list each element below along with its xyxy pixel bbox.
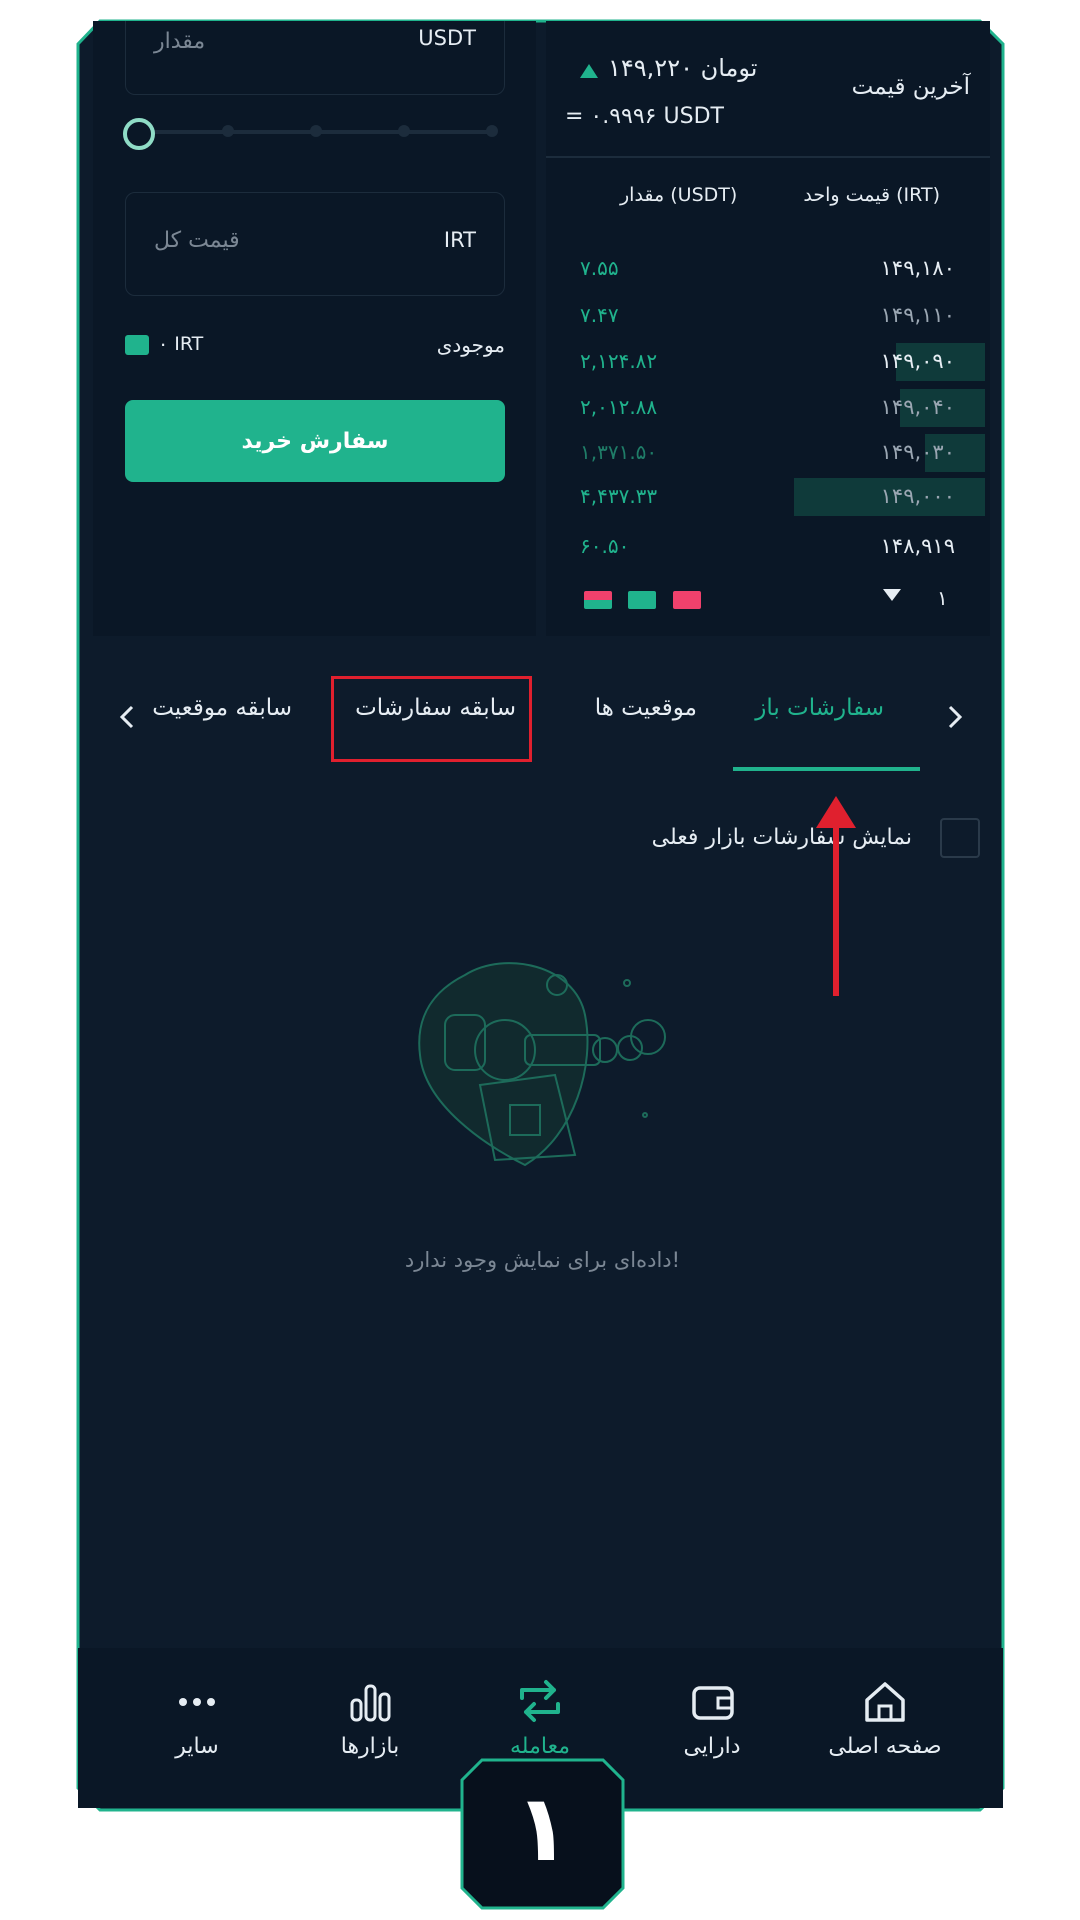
slider-step <box>310 125 322 137</box>
orderbook-amount: ۶۰.۵۰ <box>580 534 630 558</box>
orderbook-amount: ۲,۰۱۲.۸۸ <box>580 395 658 419</box>
current-market-checkbox-label: نمایش سفارشات بازار فعلی <box>651 825 912 850</box>
nav-label: بازارها <box>340 1734 400 1759</box>
orderbook-price: ۱۴۹,۰۹۰ <box>880 349 955 373</box>
orderbook-price: ۱۴۹,۰۳۰ <box>880 440 955 464</box>
divider <box>546 156 990 158</box>
chevron-right-icon[interactable] <box>948 705 962 729</box>
orderbook-row[interactable]: ۱۴۹,۱۱۰ ۷.۴۷ <box>560 297 985 335</box>
swap-icon <box>520 1680 560 1722</box>
orderbook-price: ۱۴۹,۱۱۰ <box>880 303 955 327</box>
orderbook-row[interactable]: ۱۴۹,۱۸۰ ۷.۵۵ <box>560 250 985 288</box>
orderbook-amount: ۷.۵۵ <box>580 256 619 280</box>
total-placeholder: قیمت کل <box>154 228 240 253</box>
orderbook-view-both-button[interactable] <box>584 591 612 609</box>
orderbook-row[interactable]: ۱۴۹,۰۴۰ ۲,۰۱۲.۸۸ <box>560 389 985 427</box>
nav-more[interactable]: سایر <box>122 1678 272 1759</box>
orderbook-view-buy-button[interactable] <box>628 591 656 609</box>
wallet-icon <box>692 1686 734 1720</box>
nav-label: معامله <box>510 1734 570 1759</box>
orderbook-row[interactable]: ۱۴۹,۰۳۰ ۱,۳۷۱.۵۰ <box>560 434 985 472</box>
last-price-toman: ۱۴۹,۲۲۰ تومان <box>608 54 758 82</box>
amount-placeholder: مقدار <box>154 29 206 54</box>
active-tab-indicator <box>733 767 920 771</box>
tab-positions[interactable]: موقعیت ها <box>595 695 697 721</box>
slider-step <box>222 125 234 137</box>
orderbook-amount: ۲,۱۲۴.۸۲ <box>580 349 658 373</box>
chevron-left-icon[interactable] <box>120 705 134 729</box>
arrow-up-icon <box>816 796 856 996</box>
step-badge-number: ۱ <box>514 1775 571 1882</box>
orderbook-price: ۱۴۹,۰۰۰ <box>880 484 955 508</box>
highlight-box-annotation <box>331 676 532 762</box>
amount-input[interactable]: مقدار USDT <box>125 21 505 95</box>
nav-label: دارایی <box>683 1734 741 1759</box>
slider-handle[interactable] <box>123 118 155 150</box>
tab-open-orders[interactable]: سفارشات باز <box>755 695 884 721</box>
slider-step <box>398 125 410 137</box>
orderbook-row[interactable]: ۱۴۹,۰۹۰ ۲,۱۲۴.۸۲ <box>560 343 985 381</box>
total-price-input[interactable]: قیمت کل IRT <box>125 192 505 296</box>
last-price-usdt: = ۰.۹۹۹۶ USDT <box>565 104 724 129</box>
price-up-icon <box>580 64 598 78</box>
orderbook-amount: ۴,۴۳۷.۳۳ <box>580 484 658 508</box>
amount-unit: USDT <box>418 26 476 50</box>
orderbook-row[interactable]: ۱۴۸,۹۱۹ ۶۰.۵۰ <box>560 528 985 566</box>
orderbook-col-amount: مقدار (USDT) <box>620 184 738 206</box>
nav-home[interactable]: صفحه اصلی <box>810 1678 960 1759</box>
bar-chart-icon <box>350 1684 391 1722</box>
app-screenshot: مقدار USDT قیمت کل IRT ۰ IRT موجودی سفار… <box>0 0 1080 1920</box>
last-price-label: آخرین قیمت <box>851 74 970 100</box>
astronaut-binoculars-icon <box>418 962 666 1167</box>
orderbook-amount: ۷.۴۷ <box>580 303 619 327</box>
buy-order-button[interactable]: سفارش خرید <box>125 400 505 482</box>
balance-value: ۰ IRT <box>158 333 204 355</box>
nav-assets[interactable]: دارایی <box>637 1678 787 1759</box>
chevron-down-icon[interactable] <box>883 589 901 601</box>
buy-form-panel <box>93 21 536 636</box>
more-icon <box>179 1698 215 1706</box>
nav-label: سایر <box>175 1734 219 1759</box>
empty-state-text: داده‌ای برای نمایش وجود ندارد! <box>404 1248 681 1272</box>
orderbook-col-price: قیمت واحد (IRT) <box>803 184 940 206</box>
total-unit: IRT <box>443 228 476 252</box>
slider-step <box>486 125 498 137</box>
balance-label: موجودی <box>436 333 505 357</box>
current-market-checkbox[interactable] <box>940 818 980 858</box>
orderbook-row[interactable]: ۱۴۹,۰۰۰ ۴,۴۳۷.۳۳ <box>560 478 985 516</box>
tab-position-history[interactable]: سابقه موقعیت <box>152 695 292 721</box>
orderbook-price: ۱۴۹,۱۸۰ <box>880 256 955 280</box>
nav-label: صفحه اصلی <box>828 1734 942 1759</box>
home-icon <box>865 1682 905 1722</box>
wallet-icon <box>125 335 149 355</box>
nav-markets[interactable]: بازارها <box>295 1678 445 1759</box>
orderbook-price: ۱۴۸,۹۱۹ <box>880 534 955 558</box>
orderbook-view-sell-button[interactable] <box>673 591 701 609</box>
orderbook-amount: ۱,۳۷۱.۵۰ <box>580 440 658 464</box>
precision-value[interactable]: ۱ <box>937 586 948 610</box>
nav-trade[interactable]: معامله <box>465 1678 615 1759</box>
orderbook-price: ۱۴۹,۰۴۰ <box>880 395 955 419</box>
